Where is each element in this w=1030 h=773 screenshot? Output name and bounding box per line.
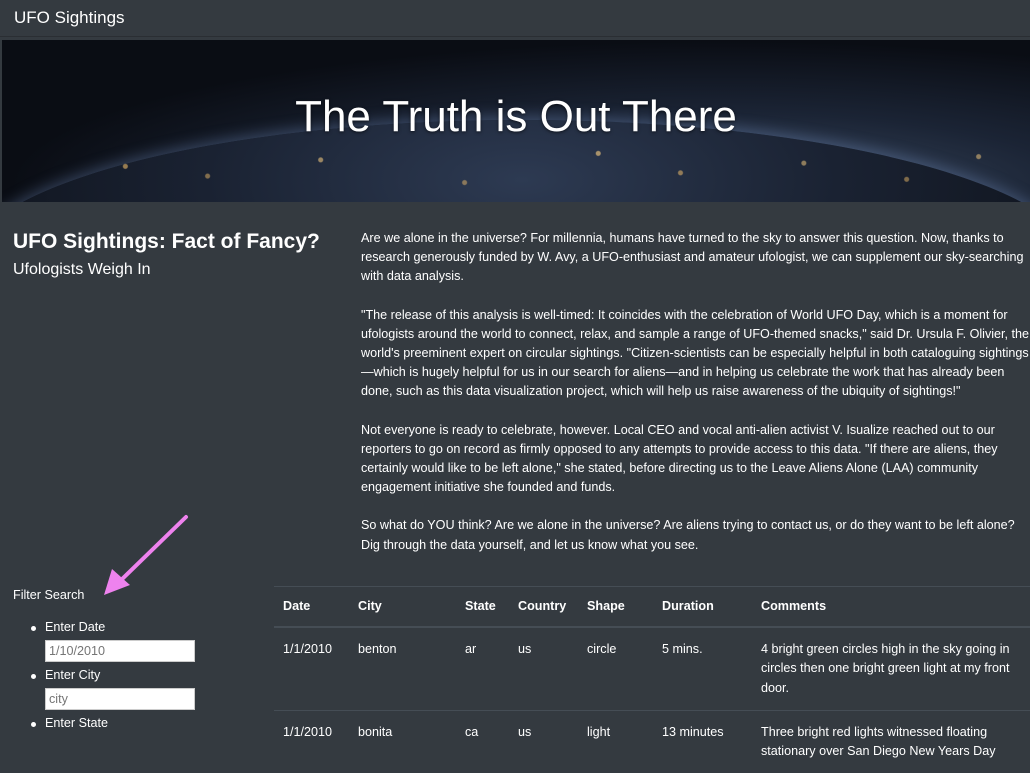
date-input[interactable] bbox=[45, 640, 195, 662]
cell-city: bonita bbox=[349, 709, 456, 773]
navbar: UFO Sightings bbox=[0, 0, 1030, 37]
cell-city: benton bbox=[349, 626, 456, 711]
filter-list: Enter Date Enter City Enter State bbox=[30, 620, 195, 730]
column-header-country[interactable]: Country bbox=[509, 586, 578, 629]
intro-subtitle: Ufologists Weigh In bbox=[13, 261, 151, 278]
column-header-comments[interactable]: Comments bbox=[752, 586, 1030, 629]
filter-item-city: Enter City bbox=[30, 668, 195, 710]
column-header-shape[interactable]: Shape bbox=[578, 586, 653, 629]
hero-banner: The Truth is Out There bbox=[2, 40, 1030, 202]
column-header-date[interactable]: Date bbox=[274, 586, 349, 629]
cell-date: 1/1/2010 bbox=[274, 626, 349, 711]
table-row: 1/1/2010 benton ar us circle 5 mins. 4 b… bbox=[274, 626, 1030, 711]
filter-search-label: Filter Search bbox=[13, 588, 85, 602]
navbar-brand[interactable]: UFO Sightings bbox=[14, 8, 125, 28]
filter-item-state: Enter State bbox=[30, 716, 195, 730]
column-header-duration[interactable]: Duration bbox=[653, 586, 752, 629]
article-paragraph: "The release of this analysis is well-ti… bbox=[361, 307, 1030, 399]
cell-comments: 4 bright green circles high in the sky g… bbox=[752, 626, 1030, 711]
intro-title: UFO Sightings: Fact of Fancy? bbox=[13, 230, 320, 253]
filter-state-label: Enter State bbox=[45, 716, 109, 730]
cell-shape: circle bbox=[578, 626, 653, 711]
article-paragraph: Are we alone in the universe? For millen… bbox=[361, 231, 1024, 284]
cell-duration: 13 minutes bbox=[653, 709, 752, 773]
article-body: Are we alone in the universe? For millen… bbox=[361, 229, 1030, 574]
cell-duration: 5 mins. bbox=[653, 626, 752, 711]
cell-shape: light bbox=[578, 709, 653, 773]
filter-city-label: Enter City bbox=[45, 668, 101, 682]
column-header-state[interactable]: State bbox=[456, 586, 509, 629]
hero-title: The Truth is Out There bbox=[295, 92, 737, 141]
cell-comments: Three bright red lights witnessed floati… bbox=[752, 709, 1030, 773]
article-paragraph: Not everyone is ready to celebrate, howe… bbox=[361, 422, 998, 495]
article-paragraph: So what do YOU think? Are we alone in th… bbox=[361, 518, 1015, 552]
table-row: 1/1/2010 bonita ca us light 13 minutes T… bbox=[274, 709, 1030, 773]
filter-date-label: Enter Date bbox=[45, 620, 106, 634]
cell-state: ar bbox=[456, 626, 509, 711]
table-header-row: Date City State Country Shape Duration C… bbox=[274, 586, 1030, 629]
column-header-city[interactable]: City bbox=[349, 586, 456, 629]
cell-date: 1/1/2010 bbox=[274, 709, 349, 773]
cell-state: ca bbox=[456, 709, 509, 773]
city-input[interactable] bbox=[45, 688, 195, 710]
filter-item-date: Enter Date bbox=[30, 620, 195, 662]
cell-country: us bbox=[509, 626, 578, 711]
cell-country: us bbox=[509, 709, 578, 773]
ufo-table: Date City State Country Shape Duration C… bbox=[274, 586, 1030, 773]
arrow-annotation-icon bbox=[104, 515, 188, 595]
